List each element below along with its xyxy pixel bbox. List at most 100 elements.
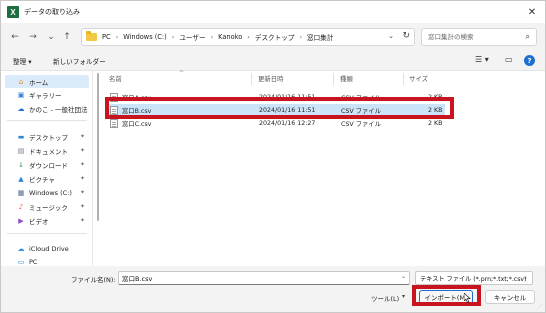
breadcrumb-user[interactable]: Kanoko bbox=[218, 33, 242, 41]
sidebar-item-label: ダウンロード bbox=[29, 161, 68, 170]
address-history-dropdown[interactable]: ⌄ bbox=[388, 32, 394, 40]
sidebar-item[interactable]: ▦ Windows (C:) ✦ bbox=[5, 186, 89, 199]
excel-app-icon: X bbox=[7, 6, 19, 18]
sidebar-item[interactable]: ▲ ピクチャ ✦ bbox=[5, 172, 89, 185]
sidebar-item-label: ビデオ bbox=[29, 217, 49, 226]
column-divider[interactable] bbox=[333, 73, 334, 85]
sidebar-item-label: PC bbox=[29, 257, 38, 266]
sidebar-item[interactable]: ♪ ミュージック ✦ bbox=[5, 200, 89, 213]
back-button[interactable]: ← bbox=[9, 31, 21, 43]
breadcrumb-desktop[interactable]: デスクトップ bbox=[255, 32, 295, 42]
command-toolbar: 整理 ▾ 新しいフォルダー ☰ ▾ ▭ ? bbox=[1, 54, 545, 70]
icloud-icon: ☁ bbox=[17, 244, 25, 253]
folder-icon bbox=[86, 31, 97, 41]
sidebar-item[interactable]: ⌂ ホーム bbox=[5, 75, 89, 88]
sidebar-item-label: ギャラリー bbox=[29, 91, 62, 100]
sidebar-item-label: ホーム bbox=[29, 78, 49, 87]
column-header-name[interactable]: 名前 bbox=[109, 74, 122, 83]
csv-file-icon bbox=[110, 119, 118, 128]
breadcrumb-users[interactable]: ユーザー bbox=[179, 32, 205, 42]
navigation-bar: ← → ⌄ ↑ PC › Windows (C:) › ユーザー › Kanok… bbox=[1, 27, 545, 47]
documents-icon: ▤ bbox=[17, 146, 25, 155]
sidebar-item[interactable]: ▤ ドキュメント ✦ bbox=[5, 144, 89, 157]
dialog-title: データの取り込み bbox=[24, 8, 80, 16]
sidebar-item-label: ピクチャ bbox=[29, 175, 55, 184]
tools-menu[interactable]: ツール(L) bbox=[371, 293, 399, 303]
pin-icon: ✦ bbox=[79, 217, 85, 224]
filename-input[interactable] bbox=[118, 271, 410, 285]
home-icon: ⌂ bbox=[18, 77, 24, 86]
sidebar-item-label: Windows (C:) bbox=[29, 188, 72, 197]
file-name: 窓口C.csv bbox=[122, 121, 152, 128]
refresh-icon[interactable]: ↻ bbox=[402, 31, 410, 41]
forward-arrow-icon: → bbox=[29, 32, 37, 42]
music-icon: ♪ bbox=[18, 202, 24, 211]
file-size: 2 KB bbox=[428, 120, 443, 127]
close-icon: ✕ bbox=[527, 6, 537, 18]
pictures-icon: ▲ bbox=[18, 174, 24, 183]
breadcrumb-pc[interactable]: PC bbox=[102, 33, 111, 41]
breadcrumb-separator: › bbox=[210, 33, 214, 41]
address-bar[interactable]: PC › Windows (C:) › ユーザー › Kanoko › デスクト… bbox=[81, 28, 415, 46]
column-header-modified[interactable]: 更新日時 bbox=[258, 74, 284, 83]
breadcrumb-separator: › bbox=[171, 33, 175, 41]
pin-icon: ✦ bbox=[79, 133, 85, 140]
column-divider[interactable] bbox=[403, 73, 404, 85]
column-header-size[interactable]: サイズ bbox=[409, 74, 428, 83]
selected-file-highlight bbox=[105, 97, 454, 119]
breadcrumb-separator: › bbox=[115, 33, 119, 41]
file-type: CSV ファイル bbox=[341, 121, 381, 128]
chevron-down-icon: ⌄ bbox=[522, 274, 528, 281]
desktop-icon: ▬ bbox=[17, 132, 25, 141]
filetype-value: テキスト ファイル (*.prn;*.txt;*.csv) bbox=[420, 275, 527, 283]
tools-dropdown-icon[interactable]: ▾ bbox=[402, 293, 405, 300]
recent-locations-button[interactable]: ⌄ bbox=[45, 31, 57, 43]
filename-dropdown[interactable]: ⌄ bbox=[401, 273, 406, 280]
sidebar-item[interactable]: ☁ かのこ - 一般社団法 bbox=[5, 102, 89, 115]
videos-icon: ▶ bbox=[18, 216, 24, 225]
cancel-button[interactable]: キャンセル bbox=[485, 290, 535, 304]
filetype-select[interactable]: テキスト ファイル (*.prn;*.txt;*.csv) ⌄ bbox=[415, 271, 533, 285]
gallery-icon: ▣ bbox=[17, 90, 25, 99]
search-input[interactable] bbox=[428, 33, 518, 41]
filename-label: ファイル名(N): bbox=[71, 276, 116, 284]
drive-icon: ▦ bbox=[17, 188, 25, 197]
preview-pane-icon[interactable]: ▭ bbox=[505, 55, 513, 64]
sidebar-item[interactable]: ☁ iCloud Drive bbox=[5, 242, 89, 255]
sidebar-item-label: ドキュメント bbox=[29, 147, 68, 156]
sidebar-item-label: iCloud Drive bbox=[29, 244, 69, 253]
sidebar-item[interactable]: ▶ ビデオ ✦ bbox=[5, 214, 89, 227]
up-button[interactable]: ↑ bbox=[61, 31, 73, 43]
title-bar: X データの取り込み ✕ bbox=[1, 1, 545, 23]
forward-button[interactable]: → bbox=[27, 31, 39, 43]
search-box[interactable]: ⌕ bbox=[421, 28, 537, 46]
sidebar-item[interactable]: ▣ ギャラリー bbox=[5, 88, 89, 101]
back-arrow-icon: ← bbox=[11, 32, 19, 42]
chevron-down-icon: ⌄ bbox=[47, 32, 55, 42]
sidebar-item-label: かのこ - 一般社団法 bbox=[29, 105, 88, 114]
sidebar-scrollbar[interactable] bbox=[97, 73, 99, 221]
pin-icon: ✦ bbox=[79, 175, 85, 182]
breadcrumb-current-folder[interactable]: 窓口集計 bbox=[307, 32, 333, 42]
new-folder-button[interactable]: 新しいフォルダー bbox=[53, 56, 106, 66]
view-options-button[interactable]: ☰ ▾ bbox=[475, 55, 489, 64]
sidebar-item[interactable]: ▬ デスクトップ ✦ bbox=[5, 130, 89, 143]
cancel-button-label: キャンセル bbox=[493, 294, 527, 302]
breadcrumb-separator: › bbox=[299, 33, 303, 41]
breadcrumb-separator: › bbox=[247, 33, 250, 41]
organize-menu[interactable]: 整理 ▾ bbox=[13, 56, 32, 66]
column-divider[interactable] bbox=[251, 73, 252, 85]
sidebar-item[interactable]: ↓ ダウンロード ✦ bbox=[5, 158, 89, 171]
help-icon[interactable]: ? bbox=[524, 55, 535, 66]
onedrive-icon: ☁ bbox=[17, 104, 25, 113]
mouse-cursor-icon bbox=[464, 293, 471, 303]
sidebar-item-label: ミュージック bbox=[29, 203, 68, 212]
column-header-type[interactable]: 種類 bbox=[340, 74, 353, 83]
up-arrow-icon: ↑ bbox=[63, 32, 71, 42]
sidebar-item-label: デスクトップ bbox=[29, 133, 68, 142]
downloads-icon: ↓ bbox=[18, 160, 24, 169]
resize-grip-icon[interactable]: ⋰ bbox=[537, 303, 543, 310]
sidebar-divider bbox=[7, 120, 87, 121]
close-button[interactable]: ✕ bbox=[525, 5, 539, 19]
breadcrumb-drive[interactable]: Windows (C:) bbox=[123, 33, 167, 41]
